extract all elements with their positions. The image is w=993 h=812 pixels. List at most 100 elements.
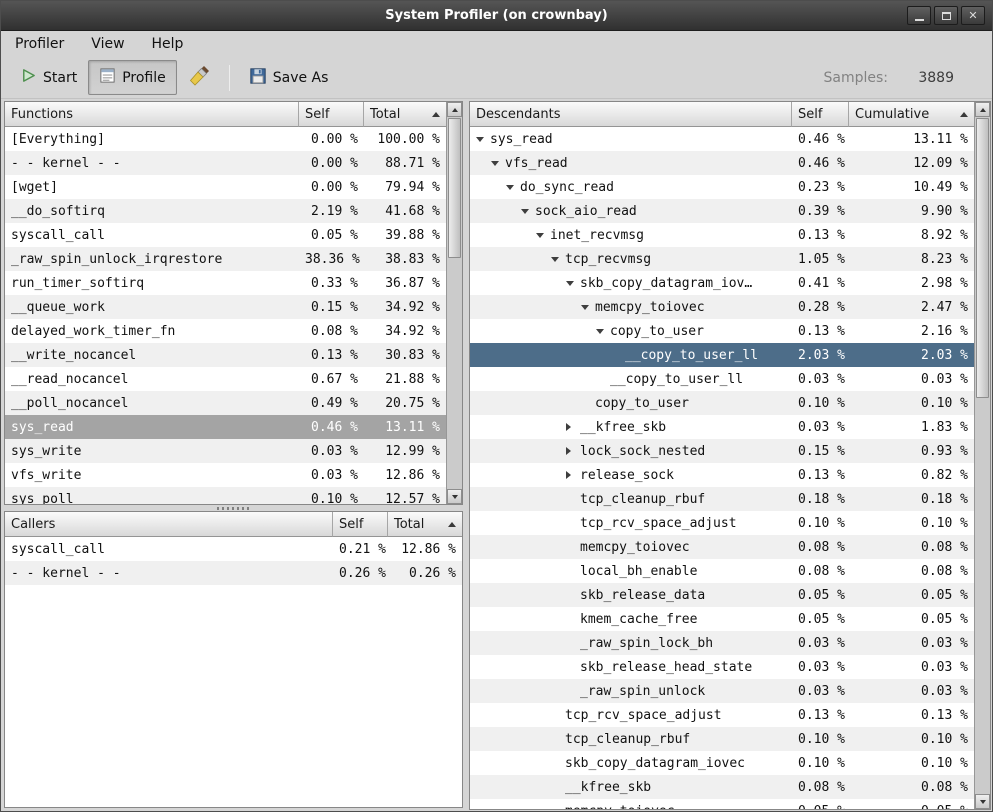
table-row[interactable]: [wget]0.00 %79.94 % [5, 175, 446, 199]
table-row[interactable]: skb_copy_datagram_iov…0.41 %2.98 % [470, 271, 974, 295]
table-row[interactable]: __poll_nocancel0.49 %20.75 % [5, 391, 446, 415]
table-row[interactable]: syscall_call0.05 %39.88 % [5, 223, 446, 247]
self-value-cell: 2.03 % [792, 348, 849, 363]
table-row[interactable]: - - kernel - -0.00 %88.71 % [5, 151, 446, 175]
column-header-callers[interactable]: Callers [5, 512, 333, 537]
table-row[interactable]: skb_copy_datagram_iovec0.10 %0.10 % [470, 751, 974, 775]
table-row[interactable]: memcpy_toiovec0.28 %2.47 % [470, 295, 974, 319]
table-row[interactable]: tcp_rcv_space_adjust0.10 %0.10 % [470, 511, 974, 535]
table-row[interactable]: delayed_work_timer_fn0.08 %34.92 % [5, 319, 446, 343]
table-row[interactable]: memcpy_toiovec0.05 %0.05 % [470, 799, 974, 809]
scrollbar-thumb[interactable] [448, 118, 461, 258]
table-row[interactable]: __kfree_skb0.08 %0.08 % [470, 775, 974, 799]
table-row[interactable]: sys_read0.46 %13.11 % [470, 127, 974, 151]
table-row[interactable]: __queue_work0.15 %34.92 % [5, 295, 446, 319]
function-name-cell: tcp_cleanup_rbuf [470, 732, 792, 747]
table-row[interactable]: tcp_rcv_space_adjust0.13 %0.13 % [470, 703, 974, 727]
table-row[interactable]: skb_release_data0.05 %0.05 % [470, 583, 974, 607]
close-button[interactable] [961, 6, 985, 25]
table-row[interactable]: __kfree_skb0.03 %1.83 % [470, 415, 974, 439]
menu-view[interactable]: View [81, 33, 134, 55]
table-row[interactable]: vfs_write0.03 %12.86 % [5, 463, 446, 487]
menu-help[interactable]: Help [142, 33, 194, 55]
expander-closed-icon[interactable] [566, 423, 580, 431]
scroll-up-button[interactable] [975, 102, 990, 117]
table-row[interactable]: _raw_spin_unlock_irqrestore38.36 %38.83 … [5, 247, 446, 271]
function-name-cell: lock_sock_nested [470, 444, 792, 459]
expander-open-icon[interactable] [521, 209, 535, 214]
function-name-cell: sock_aio_read [470, 204, 792, 219]
table-row[interactable]: copy_to_user0.13 %2.16 % [470, 319, 974, 343]
table-row[interactable]: tcp_cleanup_rbuf0.18 %0.18 % [470, 487, 974, 511]
menu-profiler[interactable]: Profiler [5, 33, 74, 55]
expander-open-icon[interactable] [581, 305, 595, 310]
column-header-total[interactable]: Total [388, 512, 462, 537]
scroll-down-button[interactable] [447, 489, 462, 504]
descendants-vertical-scrollbar[interactable] [974, 102, 990, 809]
table-row[interactable]: __copy_to_user_ll0.03 %0.03 % [470, 367, 974, 391]
table-row[interactable]: do_sync_read0.23 %10.49 % [470, 175, 974, 199]
titlebar[interactable]: System Profiler (on crownbay) [1, 1, 992, 31]
table-row[interactable]: memcpy_toiovec0.08 %0.08 % [470, 535, 974, 559]
scroll-down-button[interactable] [975, 794, 990, 809]
table-row[interactable]: copy_to_user0.10 %0.10 % [470, 391, 974, 415]
expander-open-icon[interactable] [536, 233, 550, 238]
minimize-button[interactable] [907, 6, 931, 25]
column-header-self[interactable]: Self [333, 512, 388, 537]
function-name-cell: tcp_rcv_space_adjust [470, 708, 792, 723]
table-row[interactable]: - - kernel - -0.26 %0.26 % [5, 561, 462, 585]
table-row[interactable]: sys_poll0.10 %12.57 % [5, 487, 446, 504]
functions-vertical-scrollbar[interactable] [446, 102, 462, 504]
table-row[interactable]: [Everything]0.00 %100.00 % [5, 127, 446, 151]
table-row[interactable]: sock_aio_read0.39 %9.90 % [470, 199, 974, 223]
table-row[interactable]: syscall_call0.21 %12.86 % [5, 537, 462, 561]
function-name-cell: __do_softirq [5, 204, 299, 219]
expander-closed-icon[interactable] [566, 471, 580, 479]
column-header-functions[interactable]: Functions [5, 102, 299, 127]
table-row[interactable]: sys_read0.46 %13.11 % [5, 415, 446, 439]
expander-open-icon[interactable] [596, 329, 610, 334]
expander-open-icon[interactable] [491, 161, 505, 166]
self-value-cell: 0.23 % [792, 180, 849, 195]
self-value-cell: 0.08 % [792, 780, 849, 795]
expander-open-icon[interactable] [566, 281, 580, 286]
table-row[interactable]: tcp_cleanup_rbuf0.10 %0.10 % [470, 727, 974, 751]
scroll-up-button[interactable] [447, 102, 462, 117]
expander-closed-icon[interactable] [566, 447, 580, 455]
table-row[interactable]: __copy_to_user_ll2.03 %2.03 % [470, 343, 974, 367]
table-row[interactable]: local_bh_enable0.08 %0.08 % [470, 559, 974, 583]
table-row[interactable]: __do_softirq2.19 %41.68 % [5, 199, 446, 223]
column-header-cumulative[interactable]: Cumulative [849, 102, 974, 127]
table-row[interactable]: release_sock0.13 %0.82 % [470, 463, 974, 487]
scrollbar-thumb[interactable] [976, 118, 989, 398]
function-name-cell: skb_release_data [470, 588, 792, 603]
table-row[interactable]: __write_nocancel0.13 %30.83 % [5, 343, 446, 367]
table-row[interactable]: inet_recvmsg0.13 %8.92 % [470, 223, 974, 247]
table-row[interactable]: vfs_read0.46 %12.09 % [470, 151, 974, 175]
column-header-descendants[interactable]: Descendants [470, 102, 792, 127]
expander-open-icon[interactable] [506, 185, 520, 190]
expander-open-icon[interactable] [551, 257, 565, 262]
table-row[interactable]: sys_write0.03 %12.99 % [5, 439, 446, 463]
table-row[interactable]: _raw_spin_lock_bh0.03 %0.03 % [470, 631, 974, 655]
expander-open-icon[interactable] [476, 137, 490, 142]
column-header-self[interactable]: Self [792, 102, 849, 127]
profile-toggle-button[interactable]: Profile [88, 60, 177, 95]
table-row[interactable]: _raw_spin_unlock0.03 %0.03 % [470, 679, 974, 703]
self-value-cell: 0.05 % [792, 612, 849, 627]
self-value-cell: 0.26 % [333, 566, 388, 581]
start-button[interactable]: Start [9, 60, 88, 95]
table-row[interactable]: kmem_cache_free0.05 %0.05 % [470, 607, 974, 631]
clear-button[interactable] [177, 58, 221, 98]
maximize-button[interactable] [934, 6, 958, 25]
table-row[interactable]: run_timer_softirq0.33 %36.87 % [5, 271, 446, 295]
column-header-total[interactable]: Total [364, 102, 446, 127]
table-row[interactable]: __read_nocancel0.67 %21.88 % [5, 367, 446, 391]
save-as-button[interactable]: Save As [238, 60, 340, 96]
table-row[interactable]: skb_release_head_state0.03 %0.03 % [470, 655, 974, 679]
column-header-self[interactable]: Self [299, 102, 364, 127]
function-name-label: tcp_rcv_space_adjust [580, 516, 737, 531]
table-row[interactable]: tcp_recvmsg1.05 %8.23 % [470, 247, 974, 271]
self-value-cell: 0.00 % [299, 180, 364, 195]
table-row[interactable]: lock_sock_nested0.15 %0.93 % [470, 439, 974, 463]
